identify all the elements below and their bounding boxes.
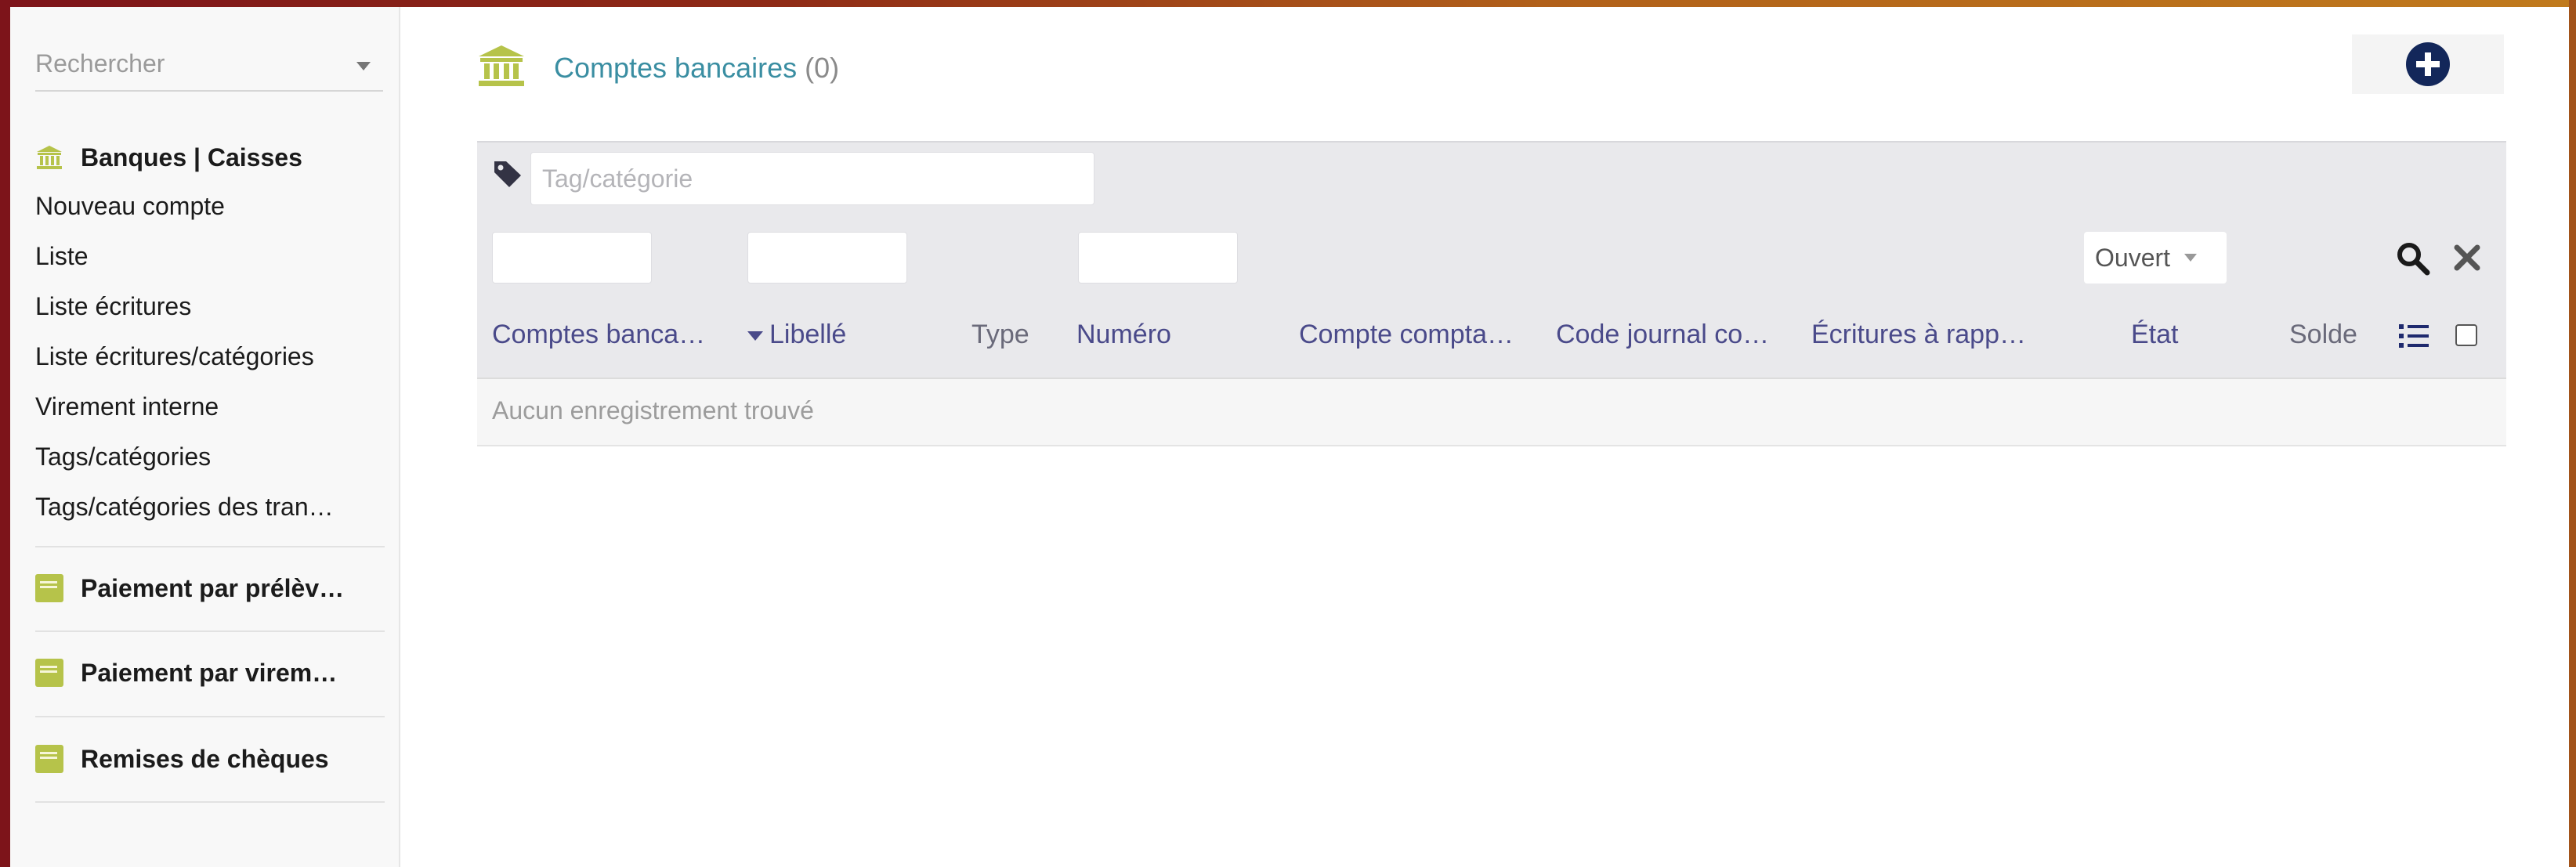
select-all-checkbox[interactable] [2455, 324, 2477, 346]
menu-item-tags-categories[interactable]: Tags/catégories [35, 443, 385, 471]
column-header-numero[interactable]: Numéro [1076, 320, 1264, 350]
column-header-ecritures-a-rapprocher[interactable]: Écritures à rapp… [1811, 320, 2039, 350]
list-icon[interactable] [2399, 323, 2429, 349]
filter-comptes-bancaires[interactable] [492, 232, 652, 284]
menu-section-remises-cheques[interactable]: Remises de chèques [35, 742, 385, 776]
page-title: Comptes bancaires (0) [554, 52, 839, 85]
column-header-solde[interactable]: Solde [2289, 320, 2383, 350]
card-icon [35, 745, 63, 773]
search-icon[interactable] [2396, 241, 2430, 276]
column-header-compte-comptable[interactable]: Compte compta… [1299, 320, 1534, 350]
search-placeholder[interactable]: Rechercher [35, 49, 165, 78]
tag-category-input[interactable] [530, 152, 1094, 205]
menu-section-label: Remises de chèques [81, 744, 329, 773]
menu-section-label: Paiement par virem… [81, 658, 338, 687]
column-header-libelle[interactable]: Libellé [747, 320, 920, 350]
column-header-etat[interactable]: État [2131, 320, 2225, 350]
menu-section-prelevement[interactable]: Paiement par prélèv… [35, 571, 385, 605]
column-header-code-journal[interactable]: Code journal co… [1556, 320, 1783, 350]
page-title-text: Comptes bancaires [554, 52, 798, 84]
record-count: (0) [805, 52, 840, 84]
menu-section-banques[interactable]: Banques | Caisses [35, 140, 385, 175]
bank-icon [479, 45, 524, 86]
plus-circle-icon[interactable] [2406, 42, 2450, 86]
column-header-type[interactable]: Type [971, 320, 1081, 350]
menu-item-liste-ecritures[interactable]: Liste écritures [35, 292, 385, 321]
chevron-down-icon[interactable] [356, 62, 371, 70]
card-icon [35, 659, 63, 687]
menu-item-liste[interactable]: Liste [35, 242, 385, 271]
empty-message: Aucun enregistrement trouvé [492, 396, 814, 424]
tag-icon [494, 161, 521, 187]
menu-section-virement[interactable]: Paiement par virem… [35, 656, 385, 690]
window-frame-top [0, 0, 2576, 7]
divider [35, 801, 385, 803]
close-icon[interactable] [2452, 243, 2482, 273]
menu-item-virement-interne[interactable]: Virement interne [35, 392, 385, 421]
divider [35, 546, 385, 547]
window-frame-left [0, 0, 10, 867]
sidebar: Rechercher Banques | Caisses Nouveau com… [10, 7, 400, 867]
state-filter-value: Ouvert [2095, 243, 2171, 272]
filter-libelle[interactable] [747, 232, 907, 284]
divider [35, 630, 385, 632]
column-header-label: Libellé [769, 320, 847, 349]
menu-section-label: Paiement par prélèv… [81, 573, 345, 602]
column-header-comptes-bancaires[interactable]: Comptes banca… [492, 320, 727, 350]
bank-icon [37, 146, 62, 169]
add-account-button[interactable] [2352, 34, 2504, 94]
state-filter-select[interactable]: Ouvert [2084, 232, 2227, 284]
window-frame-right [2569, 0, 2576, 867]
sort-down-icon [747, 331, 763, 341]
card-icon [35, 574, 63, 602]
menu-item-nouveau-compte[interactable]: Nouveau compte [35, 192, 385, 221]
menu-section-label: Banques | Caisses [81, 143, 302, 172]
divider [35, 716, 385, 717]
filter-numero[interactable] [1078, 232, 1238, 284]
menu-item-liste-ecritures-categories[interactable]: Liste écritures/catégories [35, 342, 385, 371]
menu-item-tags-categories-transactions[interactable]: Tags/catégories des tran… [35, 493, 385, 522]
chevron-down-icon [2184, 254, 2198, 262]
sidebar-search[interactable]: Rechercher [35, 45, 383, 92]
table-row-empty: Aucun enregistrement trouvé [477, 378, 2506, 446]
